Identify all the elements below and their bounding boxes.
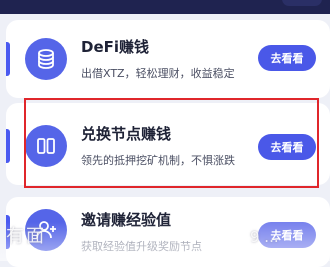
top-bar [0,0,330,14]
top-bar-pill [282,0,322,6]
card-accent-bar [6,129,10,163]
card-accent-bar [6,42,10,76]
card-description: 出借XTZ，轻松理财，收益稳定 [81,67,235,80]
card-description: 领先的抵押挖矿机制，不惧涨跌 [81,154,235,167]
card-description: 获取经验值升级奖励节点 [81,240,202,253]
card-title: 邀请赚经验值 [81,211,172,229]
card-title: 兑换节点赚钱 [81,125,172,143]
go-see-button[interactable]: 去看看 [258,45,316,71]
go-see-button[interactable]: 去看看 [258,134,316,160]
card-defi[interactable]: DeFi赚钱 出借XTZ，轻松理财，收益稳定 去看看 [6,20,330,98]
card-node-exchange[interactable]: 兑换节点赚钱 领先的抵押挖矿机制，不惧涨跌 去看看 [6,103,330,185]
watermark-left: 有面 [6,226,46,247]
card-title: DeFi赚钱 [81,38,150,56]
node-exchange-icon [25,125,67,167]
watermark-right: 9 ... [250,228,279,246]
card-invite[interactable]: 邀请赚经验值 获取经验值升级奖励节点 去看看 [6,197,330,267]
coin-stack-icon [25,38,67,80]
